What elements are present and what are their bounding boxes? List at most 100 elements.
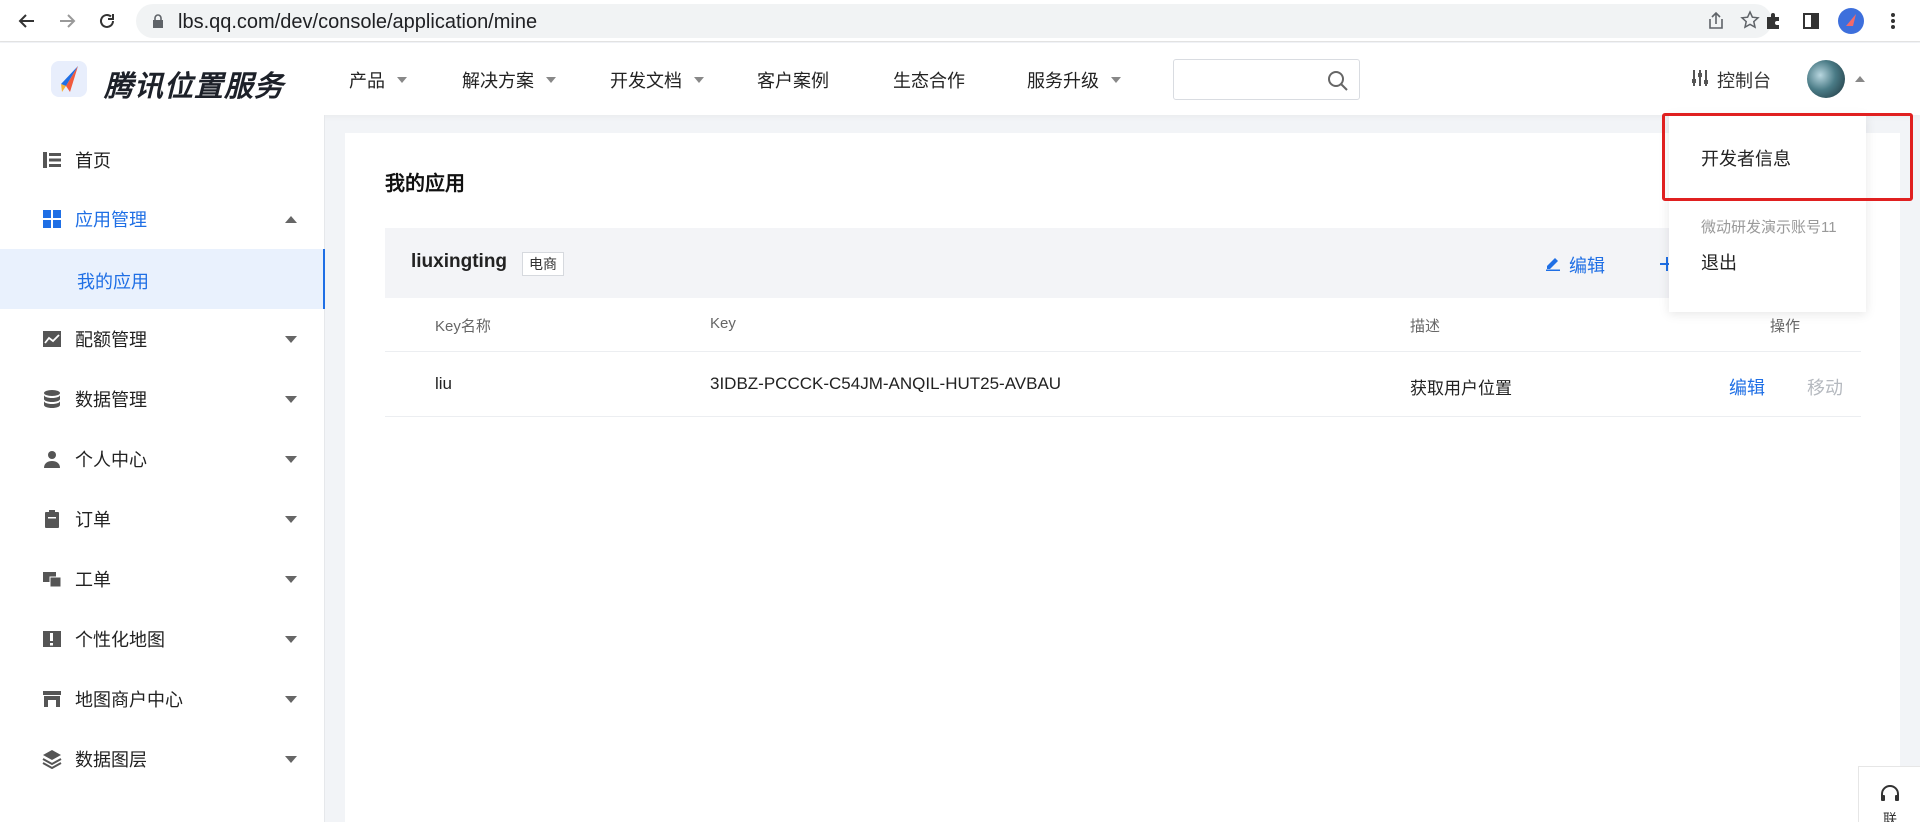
- sidebar-subitem-my-apps[interactable]: 我的应用: [0, 249, 325, 309]
- edit-key-button[interactable]: 编辑: [1729, 374, 1765, 400]
- nav-solutions[interactable]: 解决方案: [462, 67, 556, 93]
- address-bar[interactable]: lbs.qq.com/dev/console/application/mine: [136, 4, 1772, 38]
- sidebar-item-custom-map[interactable]: 个性化地图: [0, 609, 325, 669]
- sidebar-item-layers[interactable]: 数据图层: [0, 729, 325, 789]
- browser-toolbar: lbs.qq.com/dev/console/application/mine: [0, 0, 1920, 42]
- bookmark-star-icon[interactable]: [1740, 10, 1760, 35]
- console-link[interactable]: 控制台: [1691, 67, 1771, 93]
- highlight-box: [1662, 113, 1913, 201]
- sidebar-item-home[interactable]: 首页: [0, 130, 325, 190]
- key-name-cell: liu: [435, 374, 453, 393]
- chevron-down-icon: [1111, 77, 1121, 83]
- browser-menu-icon[interactable]: [1880, 8, 1906, 34]
- sidebar-item-quota[interactable]: 配额管理: [0, 309, 325, 369]
- nav-upgrade-label: 服务升级: [1027, 71, 1099, 91]
- sidebar-item-data[interactable]: 数据管理: [0, 369, 325, 429]
- sidebar-item-app-management[interactable]: 应用管理: [0, 189, 325, 249]
- column-header-key: Key: [710, 315, 736, 332]
- chevron-down-icon: [285, 696, 297, 703]
- app-tag-badge: 电商: [522, 252, 564, 276]
- search-icon[interactable]: [1327, 70, 1349, 97]
- sidebar-item-label: 配额管理: [75, 330, 147, 350]
- support-label: 联: [1883, 811, 1897, 822]
- nav-upgrade[interactable]: 服务升级: [1027, 67, 1121, 93]
- chevron-down-icon: [397, 77, 407, 83]
- site-header: 腾讯位置服务 产品 解决方案 开发文档 客户案例 生态合作 服务升级 控制台: [0, 43, 1920, 115]
- sidebar-item-personal[interactable]: 个人中心: [0, 429, 325, 489]
- sidebar-item-label: 首页: [75, 151, 111, 171]
- nav-ecosystem-label: 生态合作: [893, 71, 965, 91]
- chevron-down-icon: [546, 77, 556, 83]
- sidebar-item-tickets[interactable]: 工单: [0, 549, 325, 609]
- nav-products-label: 产品: [349, 71, 385, 91]
- move-key-button[interactable]: 移动: [1807, 374, 1843, 400]
- sidebar-item-label: 工单: [75, 570, 111, 590]
- profile-avatar-icon[interactable]: [1838, 8, 1864, 34]
- nav-products[interactable]: 产品: [349, 67, 407, 93]
- ticket-icon: [42, 569, 62, 589]
- description-cell: 获取用户位置: [1410, 379, 1512, 398]
- main-card: 我的应用 liuxingting 电商 编辑 添加 Key名称 Key 描述 操…: [345, 133, 1900, 822]
- app-name: liuxingting: [411, 251, 508, 272]
- database-icon: [42, 389, 62, 409]
- sidebar-item-merchant[interactable]: 地图商户中心: [0, 669, 325, 729]
- nav-ecosystem[interactable]: 生态合作: [893, 67, 965, 93]
- list-icon: [42, 150, 62, 170]
- tencent-location-logo-icon[interactable]: [48, 58, 90, 105]
- account-name: 微动研发演示账号11: [1701, 219, 1837, 236]
- sidebar-item-label: 应用管理: [75, 210, 147, 230]
- custom-map-icon: [42, 629, 62, 649]
- key-value-cell: 3IDBZ-PCCCK-C54JM-ANQIL-HUT25-AVBAU: [710, 374, 1062, 393]
- clipboard-icon: [42, 509, 62, 529]
- chart-icon: [42, 329, 62, 349]
- share-icon[interactable]: [1706, 11, 1726, 36]
- sidebar-item-orders[interactable]: 订单: [0, 489, 325, 549]
- forward-icon[interactable]: [54, 8, 80, 34]
- chevron-down-icon: [285, 336, 297, 343]
- chevron-up-icon: [285, 216, 297, 223]
- column-header-description: 描述: [1410, 318, 1441, 335]
- chevron-down-icon: [285, 516, 297, 523]
- nav-docs[interactable]: 开发文档: [610, 67, 704, 93]
- support-widget[interactable]: 联: [1858, 766, 1920, 822]
- edit-app-label: 编辑: [1569, 256, 1605, 276]
- sidebar-item-label: 个性化地图: [75, 630, 165, 650]
- nav-cases-label: 客户案例: [757, 71, 829, 91]
- lock-icon: [152, 14, 164, 33]
- layers-icon: [42, 749, 62, 770]
- url-text: lbs.qq.com/dev/console/application/mine: [178, 11, 538, 33]
- table-row: liu 3IDBZ-PCCCK-C54JM-ANQIL-HUT25-AVBAU …: [385, 351, 1861, 417]
- nav-solutions-label: 解决方案: [462, 71, 534, 91]
- edit-app-button[interactable]: 编辑: [1545, 252, 1605, 278]
- sidebar: 首页 应用管理 我的应用 配额管理 数据管理 个人中心 订单 工单 个性化地图 …: [0, 115, 325, 822]
- search-input[interactable]: [1173, 59, 1360, 100]
- chevron-down-icon: [694, 77, 704, 83]
- logout-menu-item[interactable]: 退出: [1701, 249, 1737, 275]
- chevron-down-icon: [285, 576, 297, 583]
- logo-text[interactable]: 腾讯位置服务: [104, 63, 284, 105]
- headset-icon: [1879, 783, 1901, 810]
- app-header: liuxingting 电商 编辑 添加: [385, 228, 1861, 298]
- nav-cases[interactable]: 客户案例: [757, 67, 829, 93]
- chevron-down-icon: [285, 756, 297, 763]
- sidebar-item-label: 订单: [75, 510, 111, 530]
- edit-pencil-icon: [1545, 255, 1561, 276]
- chevron-down-icon: [285, 396, 297, 403]
- column-header-key-name: Key名称: [435, 318, 491, 335]
- extensions-icon[interactable]: [1760, 8, 1786, 34]
- back-icon[interactable]: [14, 8, 40, 34]
- user-avatar[interactable]: [1807, 60, 1845, 98]
- sidebar-item-label: 个人中心: [75, 450, 147, 470]
- sidebar-subitem-label: 我的应用: [77, 272, 149, 292]
- chevron-up-icon[interactable]: [1855, 76, 1865, 82]
- reload-icon[interactable]: [94, 8, 120, 34]
- sliders-icon: [1691, 69, 1709, 92]
- sidebar-item-label: 数据图层: [75, 750, 147, 770]
- store-icon: [42, 689, 62, 709]
- console-label: 控制台: [1717, 71, 1771, 91]
- column-header-actions: 操作: [1770, 318, 1801, 335]
- user-icon: [42, 449, 62, 469]
- nav-docs-label: 开发文档: [610, 71, 682, 91]
- side-panel-icon[interactable]: [1798, 8, 1824, 34]
- sidebar-item-label: 地图商户中心: [75, 690, 183, 710]
